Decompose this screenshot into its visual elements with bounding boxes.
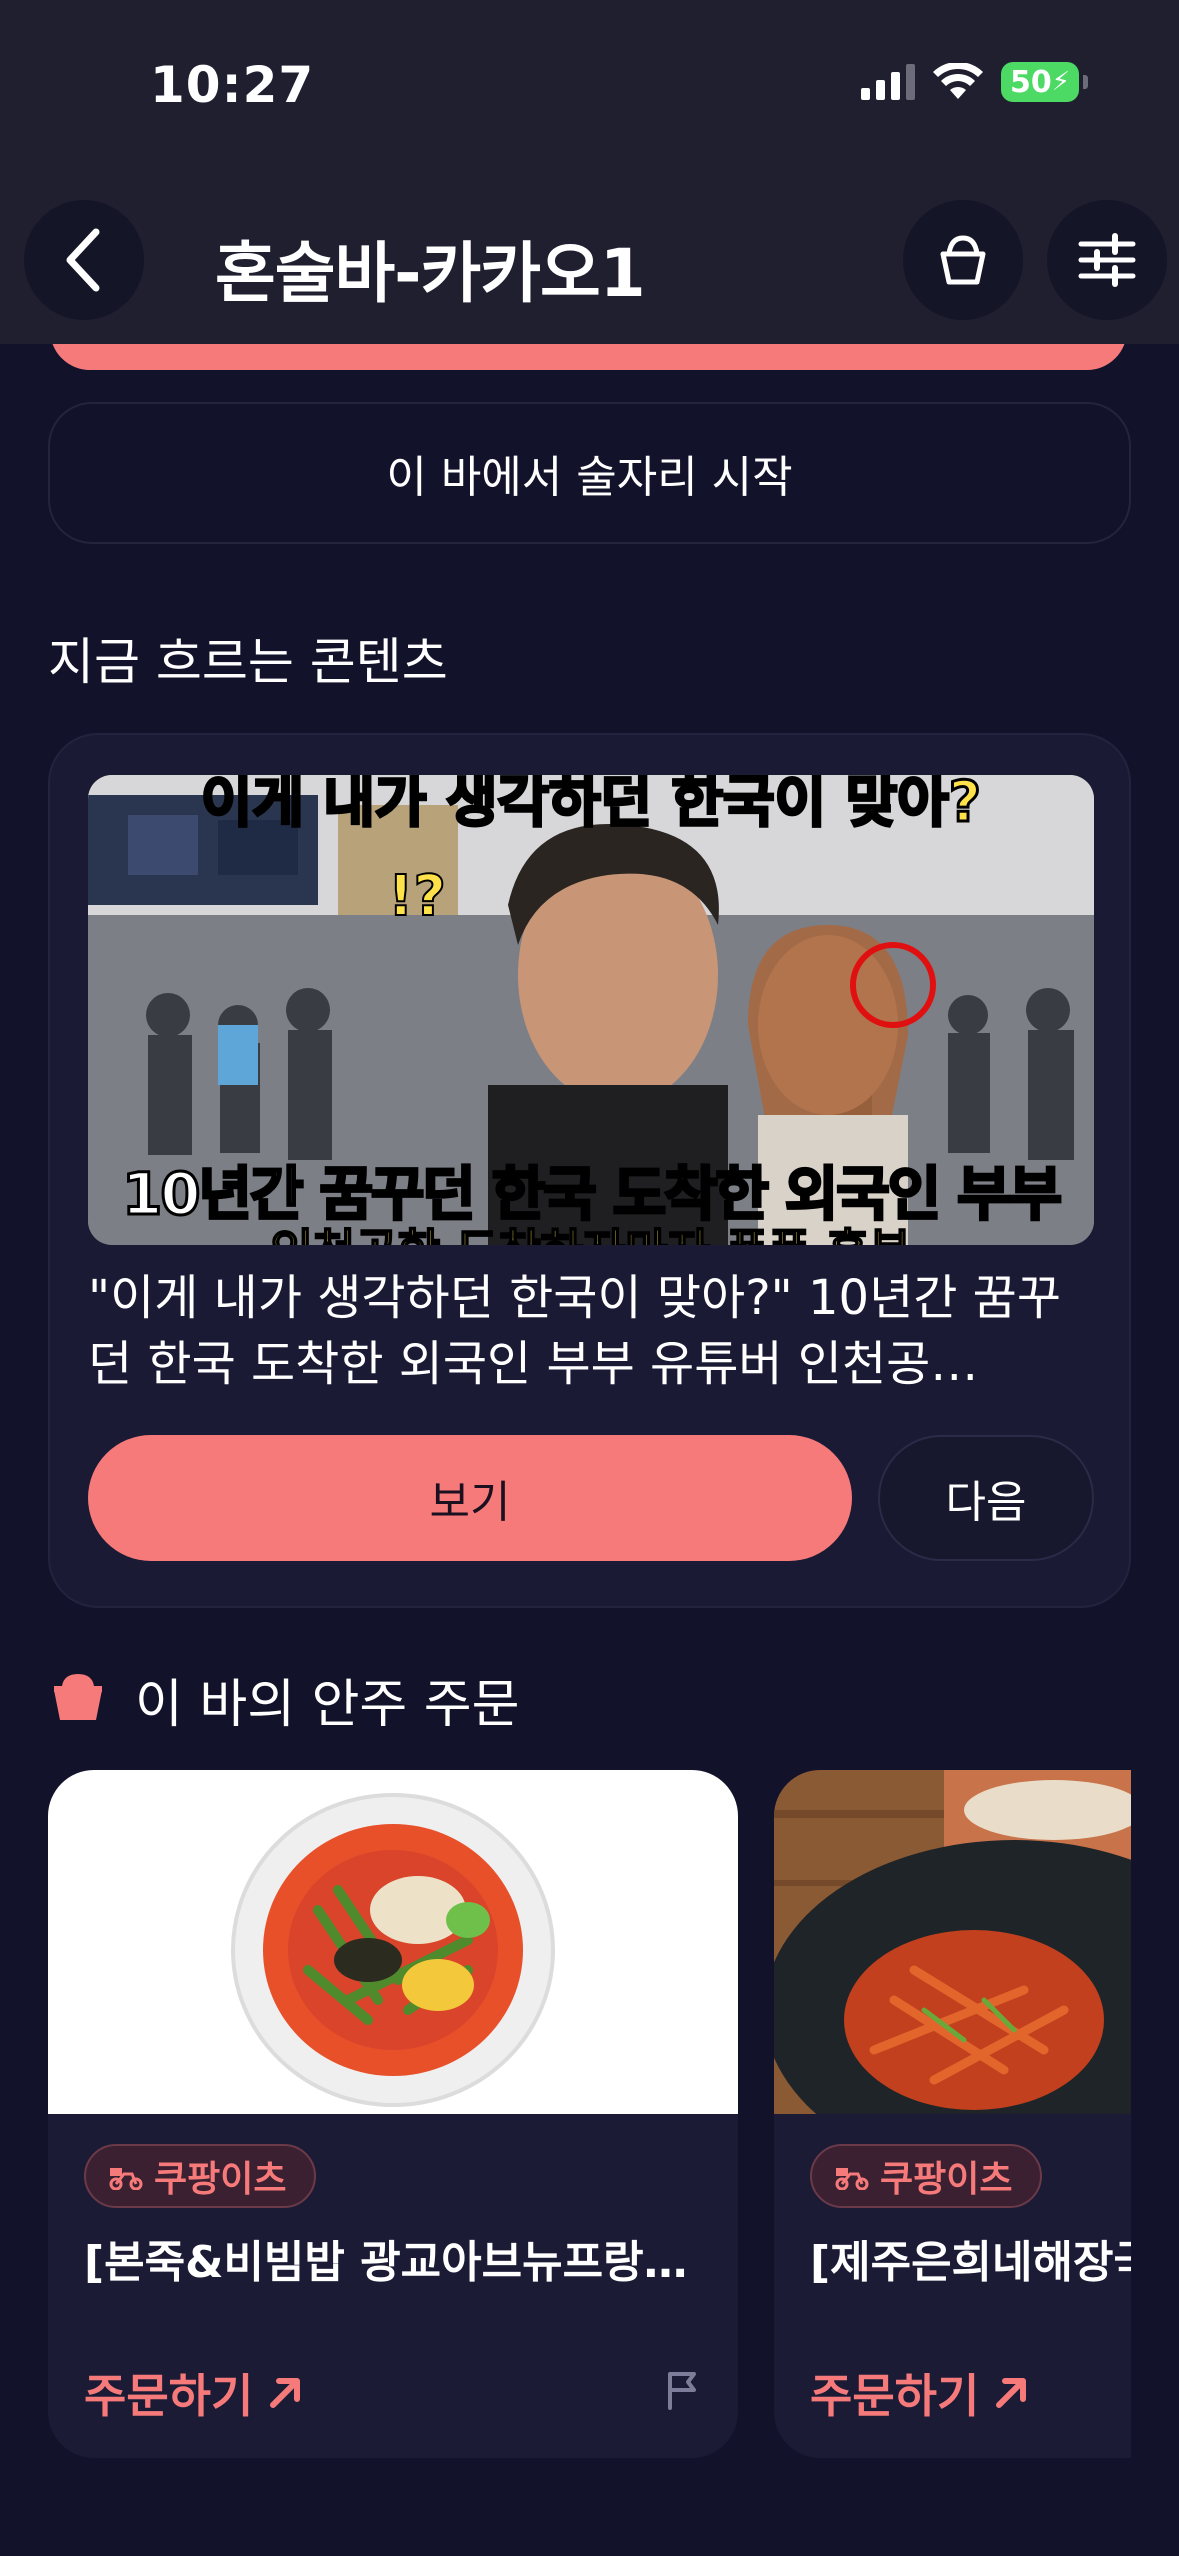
order-link[interactable]: 주문하기 xyxy=(810,2360,1029,2426)
svg-text:!?: !? xyxy=(388,864,446,929)
coupang-eats-badge: 쿠팡이츠 xyxy=(84,2144,317,2208)
snack-basket-icon xyxy=(940,235,986,285)
settings-button[interactable] xyxy=(1047,200,1167,320)
arrow-up-right-icon xyxy=(996,2378,1027,2408)
food-name: [제주은희네해장국 xyxy=(810,2237,1131,2288)
page-title: 혼술바-카카오1 xyxy=(215,235,646,312)
badge-label: 쿠팡이츠 xyxy=(154,2159,287,2200)
food-card[interactable]: 쿠팡이츠 [본죽&비빔밥 광교아브뉴프랑… 주문하기 xyxy=(48,1770,738,2458)
order-label: 주문하기 xyxy=(84,2369,254,2423)
delivery-scooter-icon xyxy=(835,2168,869,2190)
video-thumbnail[interactable]: !? 이게 내가 생각하던 한국이 맞아? 10년간 꿈꾸던 한국 도착한 외국… xyxy=(88,775,1094,1245)
cellular-signal-icon xyxy=(861,64,915,100)
watch-button[interactable]: 보기 xyxy=(88,1435,852,1561)
battery-level: 50 xyxy=(1009,64,1052,100)
arrow-up-right-icon xyxy=(270,2378,301,2408)
start-drinking-button[interactable]: 이 바에서 술자리 시작 xyxy=(48,402,1131,544)
content-section-title: 지금 흐르는 콘텐츠 xyxy=(48,633,448,691)
food-image-spicy-dish xyxy=(774,1770,1131,2114)
next-button[interactable]: 다음 xyxy=(878,1435,1094,1561)
badge-label: 쿠팡이츠 xyxy=(880,2159,1013,2200)
order-link[interactable]: 주문하기 xyxy=(84,2360,303,2426)
app-header: 혼술바-카카오1 xyxy=(0,150,1179,344)
status-icons: 50 ⚡ xyxy=(861,62,1088,102)
report-flag-icon[interactable] xyxy=(664,2370,700,2410)
snack-basket-icon xyxy=(54,1674,102,1720)
food-image-bibimbap xyxy=(48,1770,738,2114)
status-time: 10:27 xyxy=(150,56,315,114)
food-card[interactable]: 쿠팡이츠 [제주은희네해장국 주문하기 xyxy=(774,1770,1131,2458)
video-title[interactable]: "이게 내가 생각하던 한국이 맞아?" 10년간 꿈꾸던 한국 도착한 외국인… xyxy=(88,1265,1094,1397)
chevron-left-icon xyxy=(66,228,100,292)
thumbnail-top-caption: 이게 내가 생각하던 한국이 맞아? xyxy=(199,775,982,837)
back-button[interactable] xyxy=(24,200,144,320)
food-name: [본죽&비빔밥 광교아브뉴프랑… xyxy=(84,2237,688,2288)
food-section-title: 이 바의 안주 주문 xyxy=(135,1675,520,1735)
status-bar: 10:27 50 ⚡ xyxy=(0,0,1179,150)
wifi-icon xyxy=(933,63,983,99)
sliders-icon xyxy=(1078,233,1136,287)
battery-icon: 50 ⚡ xyxy=(1001,62,1088,102)
order-label: 주문하기 xyxy=(810,2369,980,2423)
thumbnail-bottom-caption: 인천공항 도착하자마자 폭풍 흥분 xyxy=(88,1215,1094,1245)
delivery-scooter-icon xyxy=(109,2168,143,2190)
content-card: !? 이게 내가 생각하던 한국이 맞아? 10년간 꿈꾸던 한국 도착한 외국… xyxy=(48,733,1131,1608)
snack-order-button[interactable] xyxy=(903,200,1023,320)
coupang-eats-badge: 쿠팡이츠 xyxy=(810,2144,1043,2208)
